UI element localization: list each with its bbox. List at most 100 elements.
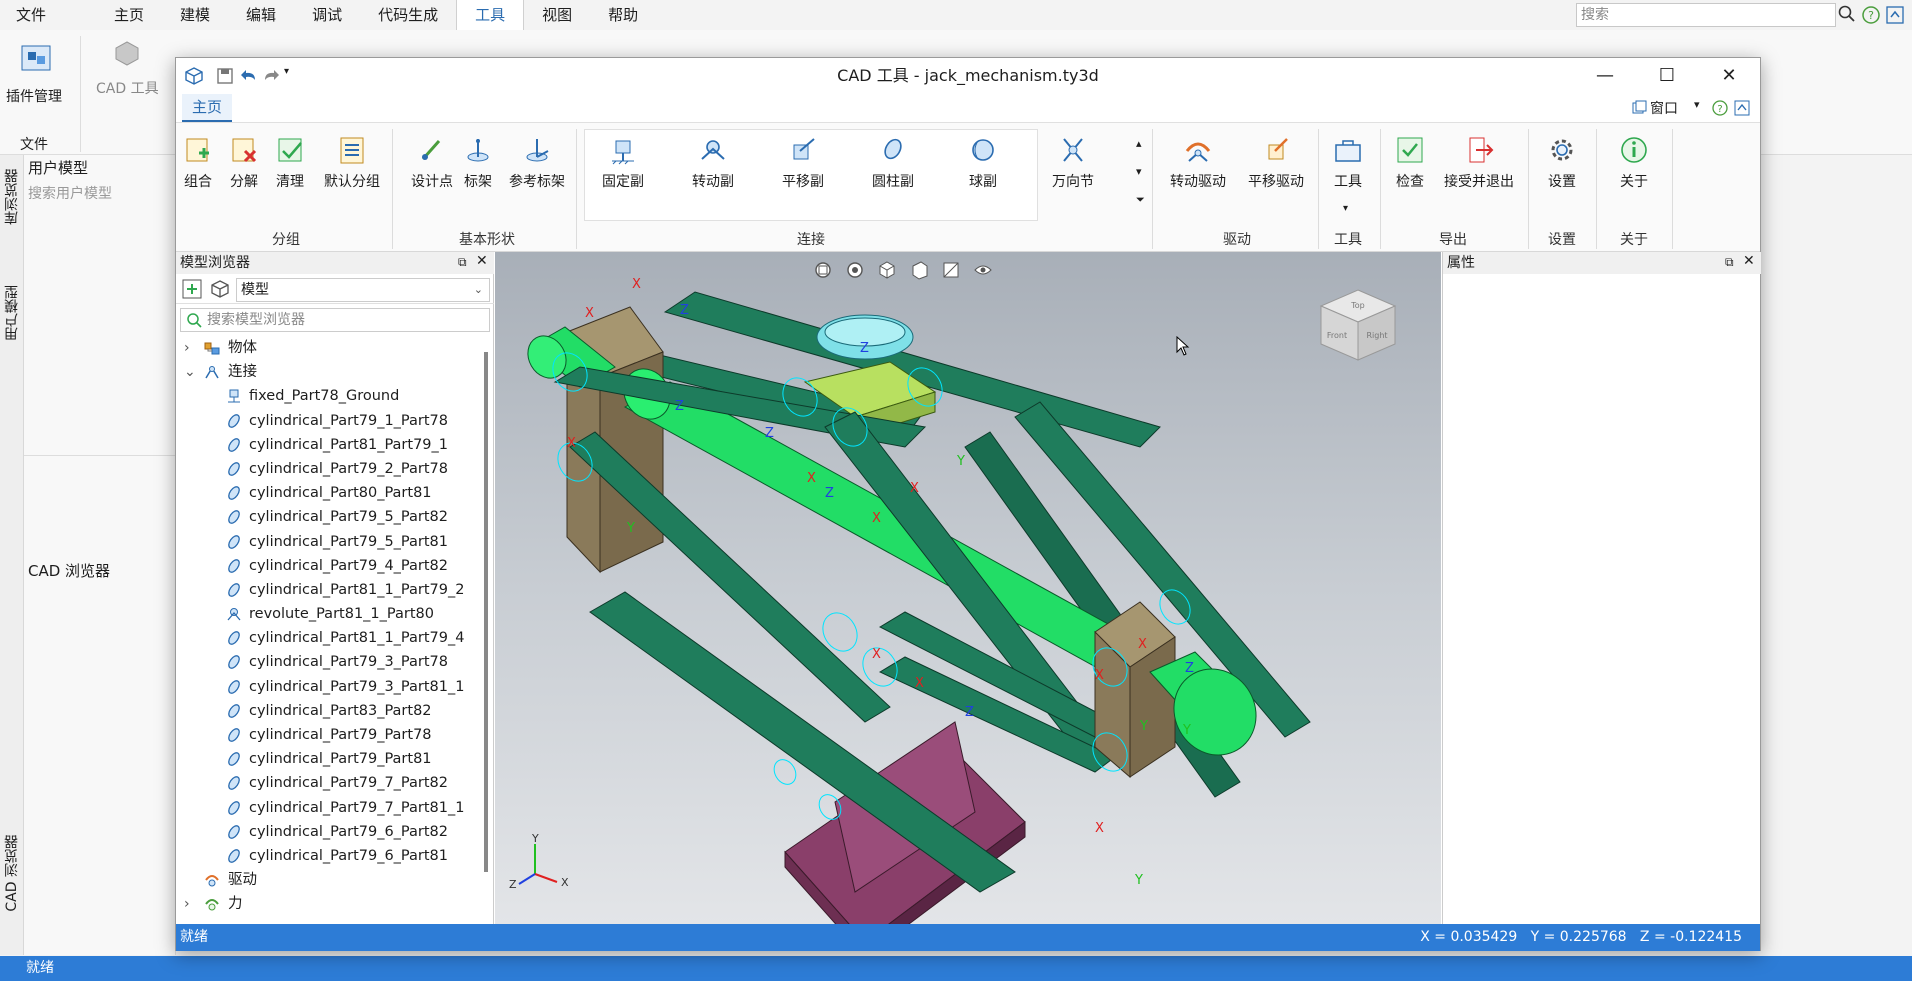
menu-view[interactable]: 视图: [524, 0, 590, 30]
settings-button[interactable]: 设置: [1534, 135, 1590, 191]
check-button[interactable]: 检查: [1386, 135, 1434, 191]
menu-file[interactable]: 文件: [0, 0, 64, 30]
tree-item-joint[interactable]: cylindrical_Part83_Part82: [176, 699, 486, 723]
tree-category[interactable]: 驱动: [176, 868, 486, 892]
zoom-fit-icon[interactable]: [813, 260, 833, 284]
section-view-icon[interactable]: [941, 260, 961, 284]
search-icon[interactable]: [1838, 5, 1856, 27]
window-titlebar[interactable]: CAD 工具 - jack_mechanism.ty3d ▾ — ☐ ✕: [176, 58, 1760, 94]
translational-joint-button[interactable]: 平移副: [766, 135, 840, 191]
window-menu-icon[interactable]: [1632, 100, 1648, 120]
tree-category[interactable]: › 物体: [176, 336, 486, 360]
undo-icon[interactable]: [240, 67, 258, 89]
tree-category[interactable]: ⌄ 连接: [176, 360, 486, 384]
tree-item-joint[interactable]: revolute_Part81_1_Part80: [176, 602, 486, 626]
spherical-joint-button[interactable]: 球副: [946, 135, 1020, 191]
collapse-ribbon-icon[interactable]: [1734, 100, 1750, 120]
cylindrical-joint-button[interactable]: 圆柱副: [856, 135, 930, 191]
marker-button[interactable]: 标架: [448, 135, 508, 191]
visibility-icon[interactable]: [973, 260, 993, 284]
menu-edit[interactable]: 编辑: [228, 0, 294, 30]
tree-item-joint[interactable]: cylindrical_Part79_3_Part81_1: [176, 675, 486, 699]
tree-item-joint[interactable]: cylindrical_Part79_7_Part82: [176, 771, 486, 795]
tree-item-joint[interactable]: cylindrical_Part79_7_Part81_1: [176, 796, 486, 820]
tools-button[interactable]: 工具: [1320, 135, 1376, 191]
tree-item-joint[interactable]: fixed_Part78_Ground: [176, 384, 486, 408]
library-browser-tab[interactable]: 库浏览器: [2, 169, 22, 225]
menu-help[interactable]: 帮助: [590, 0, 656, 30]
tree-category[interactable]: › 力: [176, 892, 486, 916]
help-icon[interactable]: ?: [1862, 6, 1880, 28]
minimize-button[interactable]: —: [1574, 58, 1636, 94]
shaded-view-icon[interactable]: [909, 260, 929, 284]
iso-view-icon[interactable]: [877, 260, 897, 284]
rotational-drive-button[interactable]: 转动驱动: [1160, 135, 1236, 191]
menu-home[interactable]: 主页: [96, 0, 162, 30]
tree-item-joint[interactable]: cylindrical_Part80_Part81: [176, 481, 486, 505]
3d-viewport[interactable]: X Z X Z Z X X X Z Z Y X Y X X Z X X Z Y: [495, 252, 1441, 924]
cad-browser-tab[interactable]: CAD 浏览器: [2, 835, 22, 912]
add-item-icon[interactable]: [182, 279, 202, 303]
cad-tool-label[interactable]: CAD 工具: [96, 78, 159, 98]
redo-icon[interactable]: [262, 67, 280, 89]
user-model-search[interactable]: 搜索用户模型: [28, 183, 112, 203]
tree-item-joint[interactable]: cylindrical_Part81_1_Part79_2: [176, 578, 486, 602]
tree-item-joint[interactable]: cylindrical_Part79_4_Part82: [176, 554, 486, 578]
model-browser-search-input[interactable]: 搜索模型浏览器: [180, 308, 490, 332]
close-panel-icon[interactable]: ✕: [476, 253, 488, 269]
close-panel-icon[interactable]: ✕: [1743, 253, 1755, 269]
plugin-manager-label[interactable]: 插件管理: [6, 86, 62, 106]
menu-modeling[interactable]: 建模: [162, 0, 228, 30]
tools-dropdown-icon[interactable]: ▾: [1343, 203, 1348, 214]
float-panel-icon[interactable]: ⧉: [1725, 255, 1734, 270]
close-button[interactable]: ✕: [1698, 58, 1760, 94]
maximize-button[interactable]: ☐: [1636, 58, 1698, 94]
chevron-down-icon[interactable]: ⌄: [184, 360, 196, 384]
tree-item-joint[interactable]: cylindrical_Part79_6_Part82: [176, 820, 486, 844]
group-clean-button[interactable]: 清理: [260, 135, 320, 191]
float-panel-icon[interactable]: ⧉: [458, 255, 467, 270]
accept-exit-button[interactable]: 接受并退出: [1438, 135, 1520, 191]
model-type-select[interactable]: 模型 ⌄: [236, 278, 490, 302]
zoom-window-icon[interactable]: [845, 260, 865, 284]
tree-item-joint[interactable]: cylindrical_Part79_2_Part78: [176, 457, 486, 481]
help-icon[interactable]: ?: [1712, 100, 1728, 120]
chevron-right-icon[interactable]: ›: [184, 336, 196, 360]
quick-access-dropdown-icon[interactable]: ▾: [284, 66, 289, 77]
menu-codegen[interactable]: 代码生成: [360, 0, 456, 30]
gallery-more-icon[interactable]: ⏷: [1136, 185, 1145, 215]
tree-item-joint[interactable]: cylindrical_Part79_6_Part81: [176, 844, 486, 868]
user-model-tab[interactable]: 用户模型: [2, 285, 22, 341]
gallery-scroll-down-icon[interactable]: ▾: [1136, 157, 1142, 187]
group-default-button[interactable]: 默认分组: [316, 135, 388, 191]
reference-marker-button[interactable]: 参考标架: [504, 135, 570, 191]
tree-item-joint[interactable]: cylindrical_Part79_5_Part82: [176, 505, 486, 529]
global-search-input[interactable]: 搜索: [1576, 3, 1836, 27]
export-group-label: 导出: [1439, 232, 1467, 248]
tree-item-joint[interactable]: cylindrical_Part79_Part78: [176, 723, 486, 747]
fixed-joint-button[interactable]: 固定副: [586, 135, 660, 191]
revolute-joint-button[interactable]: 转动副: [676, 135, 750, 191]
translational-drive-button[interactable]: 平移驱动: [1238, 135, 1314, 191]
gallery-scroll-up-icon[interactable]: ▴: [1136, 129, 1142, 159]
tree-item-joint[interactable]: cylindrical_Part81_Part79_1: [176, 433, 486, 457]
tab-home[interactable]: 主页: [182, 94, 232, 122]
save-icon[interactable]: [216, 67, 234, 89]
tree-item-joint[interactable]: cylindrical_Part79_3_Part78: [176, 650, 486, 674]
chevron-right-icon[interactable]: ›: [184, 892, 196, 916]
tree-scrollbar[interactable]: [484, 352, 488, 872]
menu-debug[interactable]: 调试: [294, 0, 360, 30]
window-menu-dropdown-icon[interactable]: ▾: [1694, 98, 1700, 111]
collapse-ribbon-icon[interactable]: [1886, 6, 1904, 28]
cylindrical-joint-icon: [226, 751, 242, 767]
menu-tools[interactable]: 工具: [456, 0, 525, 30]
tree-item-joint[interactable]: cylindrical_Part79_1_Part78: [176, 409, 486, 433]
plugin-manager-icon[interactable]: [20, 42, 52, 78]
tree-item-joint[interactable]: cylindrical_Part79_Part81: [176, 747, 486, 771]
tree-item-joint[interactable]: cylindrical_Part81_1_Part79_4: [176, 626, 486, 650]
window-menu-button[interactable]: 窗口: [1650, 98, 1678, 118]
tree-item-joint[interactable]: cylindrical_Part79_5_Part81: [176, 530, 486, 554]
universal-joint-button[interactable]: 万向节: [1036, 135, 1110, 191]
about-button[interactable]: 关于: [1606, 135, 1662, 191]
view-cube[interactable]: Top Front Right: [1313, 286, 1403, 370]
